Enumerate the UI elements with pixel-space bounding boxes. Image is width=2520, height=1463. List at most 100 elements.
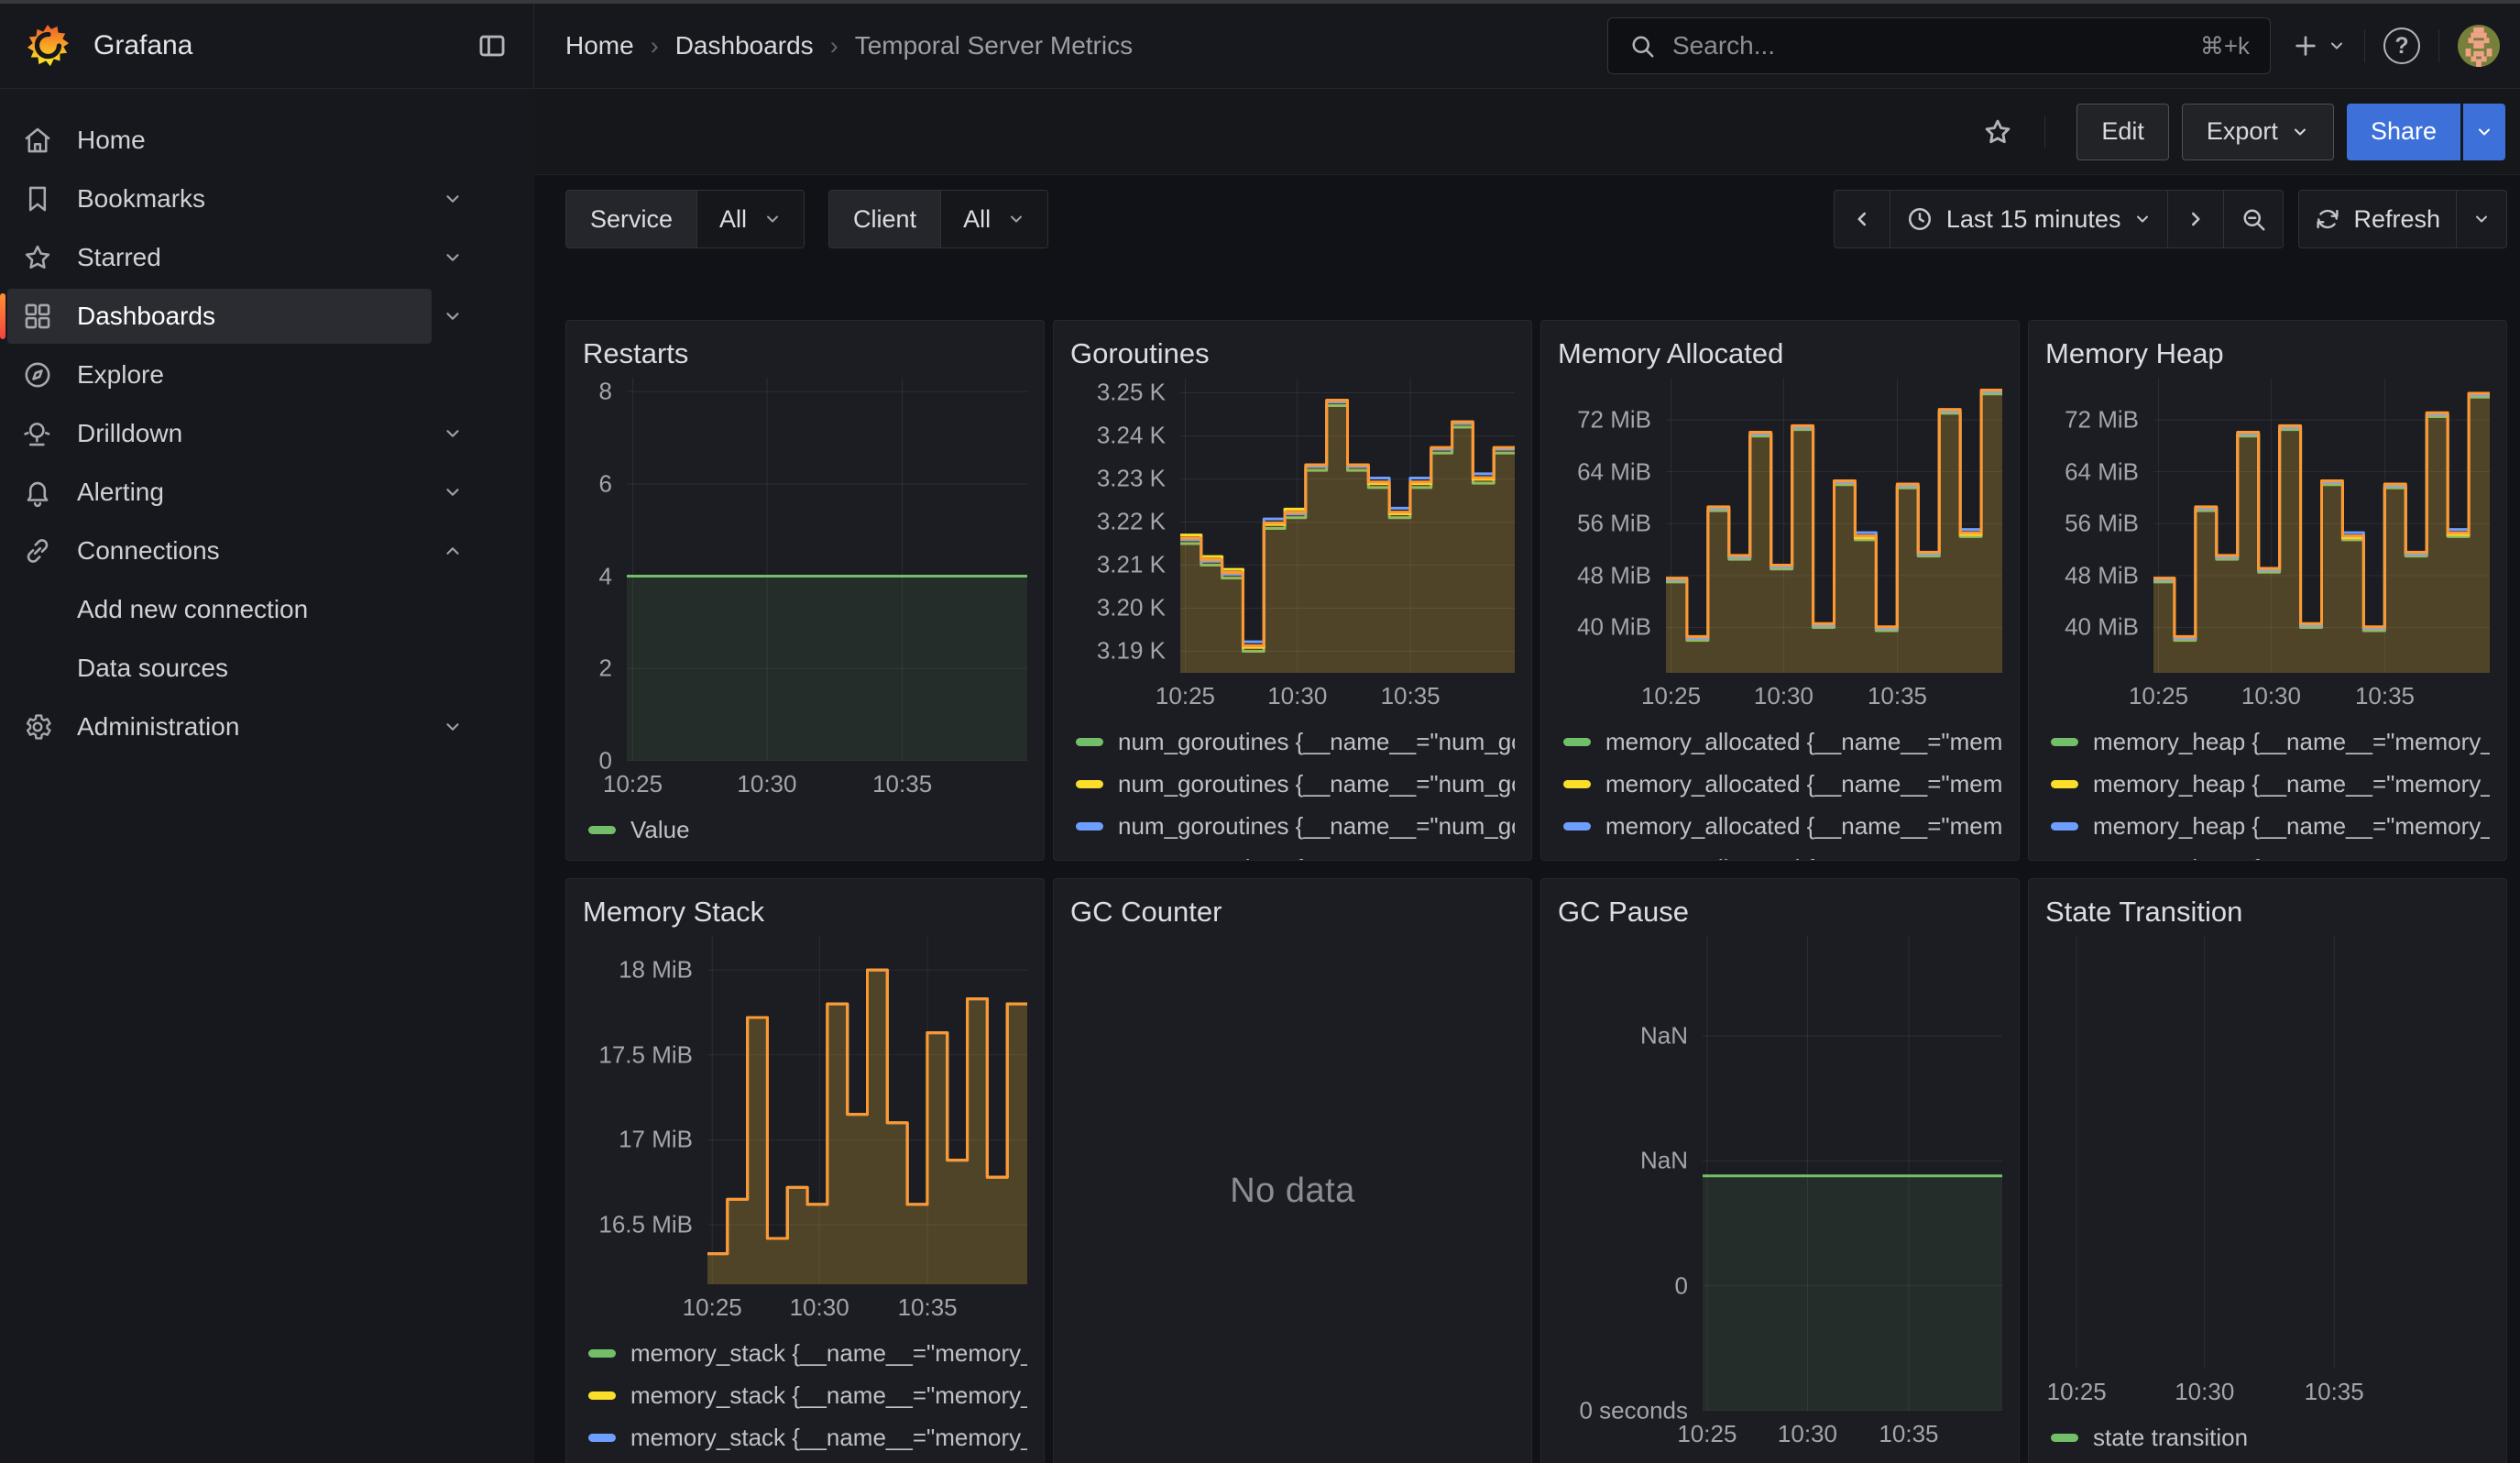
variable-service-picker[interactable]: All: [696, 191, 804, 248]
y-axis-labels: [2045, 936, 2056, 1369]
legend-item[interactable]: memory_allocated {__name__="memory_al: [1563, 763, 2002, 805]
legend-item[interactable]: memory_stack {__name__="memory_sta: [588, 1416, 1027, 1458]
x-axis-labels: 10:2510:3010:35: [1703, 1411, 2002, 1451]
sidebar-item-data-sources[interactable]: Data sources: [7, 641, 474, 696]
chevron-down-icon[interactable]: [432, 248, 474, 268]
x-axis-labels: 10:2510:3010:35: [1666, 673, 2002, 713]
legend-item[interactable]: memory_stack {__name__="memory_sta: [588, 1458, 1027, 1463]
legend-item[interactable]: memory_heap {__name__="memory_hea: [2051, 847, 2490, 860]
sidebar-collapse-button[interactable]: [477, 30, 508, 61]
share-button[interactable]: Share: [2347, 104, 2460, 160]
chevron-down-icon[interactable]: [432, 482, 474, 502]
y-tick-label: 3.19 K: [1097, 637, 1166, 666]
legend-color-marker: [2051, 738, 2078, 746]
chevron-up-icon[interactable]: [432, 541, 474, 561]
legend-label: num_goroutines {__name__="num_gorout: [1118, 770, 1515, 798]
panel-memory-heap: Memory Heap40 MiB48 MiB56 MiB64 MiB72 Mi…: [2028, 320, 2507, 861]
new-button[interactable]: [2291, 31, 2346, 60]
export-label: Export: [2207, 117, 2278, 146]
sidebar-row-connections: Connections: [7, 522, 534, 580]
sidebar-item-dashboards[interactable]: Dashboards: [7, 289, 432, 344]
time-shift-forward-button[interactable]: [2167, 191, 2223, 248]
help-icon[interactable]: ?: [2383, 28, 2420, 64]
sidebar-item-administration[interactable]: Administration: [7, 699, 432, 754]
legend-item[interactable]: memory_heap {__name__="memory_hea: [2051, 763, 2490, 805]
panel-title[interactable]: Memory Heap: [2045, 330, 2490, 378]
sidebar-row-data-sources: Data sources: [7, 639, 534, 698]
chevron-down-icon: [1007, 210, 1025, 228]
sidebar-item-explore[interactable]: Explore: [7, 347, 474, 402]
y-tick-label: 8: [599, 378, 612, 406]
breadcrumb-separator: ›: [830, 32, 838, 60]
refresh-interval-dropdown[interactable]: [2456, 191, 2506, 248]
legend-item[interactable]: memory_allocated {__name__="memory_al: [1563, 720, 2002, 763]
edit-button[interactable]: Edit: [2076, 104, 2169, 160]
sidebar-item-connections[interactable]: Connections: [7, 523, 432, 578]
sidebar-row-add-new-connection: Add new connection: [7, 580, 534, 639]
panel-gc-counter: GC CounterNo data: [1053, 878, 1532, 1463]
sidebar-item-home[interactable]: Home: [7, 113, 474, 168]
legend-item[interactable]: state transition: [2051, 1416, 2490, 1458]
x-tick-label: 10:35: [1868, 682, 1927, 710]
panel-legend: memory_allocated {__name__="memory_almem…: [1558, 713, 2002, 860]
chevron-down-icon[interactable]: [432, 717, 474, 737]
legend-item[interactable]: memory_heap {__name__="memory_hea: [2051, 720, 2490, 763]
sidebar-item-drilldown[interactable]: Drilldown: [7, 406, 432, 461]
chart-area: 40 MiB48 MiB56 MiB64 MiB72 MiB10:2510:30…: [1558, 378, 2002, 713]
sidebar-row-home: Home: [7, 111, 534, 170]
sidebar-item-label: Explore: [77, 360, 164, 390]
panel-title[interactable]: GC Counter: [1070, 888, 1515, 936]
legend-item[interactable]: Value: [1563, 1458, 2002, 1463]
y-tick-label: 40 MiB: [2065, 613, 2139, 642]
sidebar-item-alerting[interactable]: Alerting: [7, 465, 432, 520]
legend-item[interactable]: memory_heap {__name__="memory_hea: [2051, 805, 2490, 847]
y-tick-label: 3.20 K: [1097, 594, 1166, 622]
panel-title[interactable]: State Transition: [2045, 888, 2490, 936]
legend-item[interactable]: memory_stack {__name__="memory_sta: [588, 1332, 1027, 1374]
legend-item[interactable]: Value: [588, 808, 1027, 851]
breadcrumb-home[interactable]: Home: [565, 31, 634, 60]
panel-title[interactable]: Memory Allocated: [1558, 330, 2002, 378]
refresh-button[interactable]: Refresh: [2299, 191, 2456, 248]
sidebar-item-label: Home: [77, 126, 146, 155]
sidebar-item-add-new-connection[interactable]: Add new connection: [7, 582, 474, 637]
chevron-down-icon[interactable]: [432, 189, 474, 209]
time-shift-back-button[interactable]: [1835, 191, 1890, 248]
panel-title[interactable]: Goroutines: [1070, 330, 1515, 378]
export-button[interactable]: Export: [2182, 104, 2334, 160]
time-zoom-out-button[interactable]: [2223, 191, 2283, 248]
legend-item[interactable]: num_goroutines {__name__="num_gorout: [1076, 847, 1515, 860]
chevron-down-icon[interactable]: [432, 306, 474, 326]
sidebar-item-bookmarks[interactable]: Bookmarks: [7, 171, 432, 226]
panel-title[interactable]: Memory Stack: [583, 888, 1027, 936]
panel-title[interactable]: GC Pause: [1558, 888, 2002, 936]
legend-item[interactable]: num_goroutines {__name__="num_gorout: [1076, 720, 1515, 763]
variable-client-picker[interactable]: All: [940, 191, 1047, 248]
legend-item[interactable]: memory_allocated {__name__="memory_al: [1563, 847, 2002, 860]
legend-item[interactable]: num_goroutines {__name__="num_gorout: [1076, 763, 1515, 805]
panel-legend: num_goroutines {__name__="num_goroutnum_…: [1070, 713, 1515, 860]
y-tick-label: 3.23 K: [1097, 465, 1166, 493]
user-avatar[interactable]: [2458, 25, 2500, 67]
legend-item[interactable]: num_goroutines {__name__="num_gorout: [1076, 805, 1515, 847]
star-icon: [22, 242, 53, 273]
legend-item[interactable]: memory_allocated {__name__="memory_al: [1563, 805, 2002, 847]
favorite-star-button[interactable]: [1982, 116, 2013, 148]
sidebar-item-starred[interactable]: Starred: [7, 230, 432, 285]
panel-title[interactable]: Restarts: [583, 330, 1027, 378]
share-dropdown-button[interactable]: [2463, 104, 2505, 160]
breadcrumb-separator: ›: [651, 32, 659, 60]
legend-item[interactable]: memory_stack {__name__="memory_sta: [588, 1374, 1027, 1416]
legend-item[interactable]: shard_item_created: [2051, 1458, 2490, 1463]
compass-icon: [22, 359, 53, 390]
sidebar-row-starred: Starred: [7, 228, 534, 287]
panel-gc-pause: GC Pause0 seconds0NaNNaN10:2510:3010:35V…: [1540, 878, 2020, 1463]
time-range-picker[interactable]: Last 15 minutes: [1890, 191, 2168, 248]
breadcrumb-dashboards[interactable]: Dashboards: [675, 31, 814, 60]
search-input[interactable]: [1671, 30, 2186, 61]
plot: [1666, 378, 2002, 673]
search-bar[interactable]: ⌘+k: [1607, 17, 2271, 74]
chevron-down-icon[interactable]: [432, 424, 474, 444]
plot: [627, 378, 1027, 761]
legend-label: state transition: [2093, 1424, 2248, 1452]
